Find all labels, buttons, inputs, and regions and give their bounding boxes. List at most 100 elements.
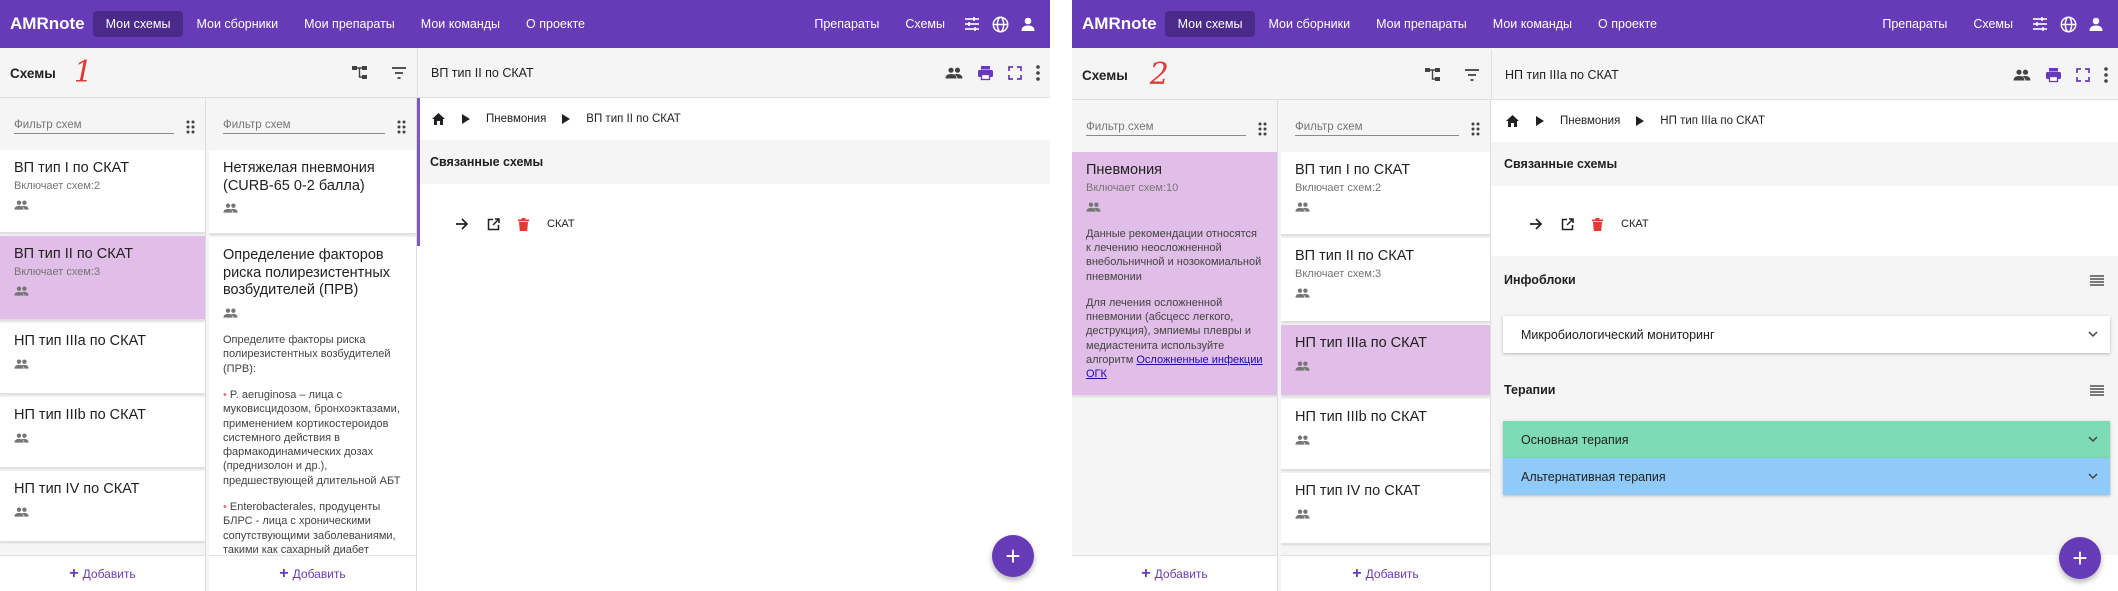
- scheme-card[interactable]: ВП тип I по СКАТ Включает схем:2: [1281, 152, 1490, 235]
- brand-logo[interactable]: AMRnote: [10, 14, 85, 34]
- print-icon[interactable]: [2045, 67, 2062, 83]
- nav-my-teams[interactable]: Мои команды: [408, 11, 513, 37]
- link-drugs[interactable]: Препараты: [801, 17, 892, 31]
- scheme-card[interactable]: НП тип IIIa по СКАТ: [0, 323, 205, 394]
- menu-icon[interactable]: [2090, 274, 2104, 286]
- nav-my-collections[interactable]: Мои сборники: [183, 11, 291, 37]
- tune-icon[interactable]: [2026, 10, 2054, 38]
- plus-icon: +: [1352, 564, 1362, 582]
- add-scheme-button[interactable]: + Добавить: [209, 555, 416, 591]
- schemes-column-1: ВП тип I по СКАТ Включает схем:2 ВП тип …: [0, 98, 206, 591]
- more-vert-icon[interactable]: [2104, 67, 2108, 83]
- filter-input[interactable]: [1086, 119, 1246, 136]
- scheme-card[interactable]: НП тип IIIb по СКАТ: [0, 397, 205, 468]
- menu-icon[interactable]: [2090, 384, 2104, 396]
- scheme-description: Данные рекомендации относятся к лечению …: [1086, 227, 1263, 382]
- bullet-text: P. aeruginosa – лица с муковисцидозом, б…: [223, 388, 401, 487]
- filter-icon[interactable]: [391, 66, 407, 80]
- add-scheme-button[interactable]: + Добавить: [0, 555, 205, 591]
- detail-pane: Пневмония ВП тип II по СКАТ Связанные сх…: [417, 98, 1050, 591]
- breadcrumb-current[interactable]: ВП тип II по СКАТ: [586, 113, 680, 125]
- toolbar-left: Схемы 2: [1072, 50, 1169, 100]
- schemes-title: Схемы: [1082, 67, 1128, 83]
- drag-handle-icon[interactable]: [1471, 122, 1480, 136]
- scheme-card-selected[interactable]: Пневмония Включает схем:10 Данные рекоме…: [1072, 152, 1277, 396]
- link-schemes[interactable]: Схемы: [892, 17, 958, 31]
- related-scheme-label[interactable]: СКАТ: [547, 218, 575, 230]
- scheme-card[interactable]: ВП тип II по СКАТ Включает схем:3: [1281, 238, 1490, 322]
- scheme-card[interactable]: Нетяжелая пневмония (CURB-65 0-2 балла): [209, 150, 416, 234]
- main-therapy-expansion[interactable]: Основная терапия: [1503, 421, 2110, 458]
- nav-my-schemes[interactable]: Мои схемы: [1164, 11, 1256, 37]
- link-drugs[interactable]: Препараты: [1869, 17, 1960, 31]
- link-schemes[interactable]: Схемы: [1960, 17, 2026, 31]
- account-icon[interactable]: [1014, 10, 1042, 38]
- filter-icon[interactable]: [1464, 68, 1480, 82]
- filter-input[interactable]: [1295, 119, 1459, 136]
- brand-logo[interactable]: AMRnote: [1082, 14, 1157, 34]
- detail-actions: [945, 48, 1040, 98]
- scheme-card[interactable]: Определение факторов риска полирезистент…: [209, 237, 416, 555]
- drag-handle-icon[interactable]: [186, 120, 195, 134]
- fullscreen-icon[interactable]: [1008, 66, 1022, 80]
- scheme-card[interactable]: НП тип IV по СКАТ: [0, 471, 205, 542]
- scheme-card[interactable]: ВП тип I по СКАТ Включает схем:2: [0, 150, 205, 233]
- delete-icon[interactable]: [518, 217, 529, 231]
- add-scheme-button[interactable]: + Добавить: [1072, 555, 1277, 591]
- arrow-right-icon[interactable]: [455, 218, 469, 230]
- tree-view-icon[interactable]: [351, 65, 369, 81]
- print-icon[interactable]: [977, 65, 994, 81]
- tree-view-icon[interactable]: [1424, 67, 1442, 83]
- scheme-card[interactable]: НП тип IIIb по СКАТ: [1281, 399, 1490, 470]
- app-bar: AMRnote Мои схемы Мои сборники Мои препа…: [1072, 0, 2118, 48]
- add-fab-button[interactable]: +: [2059, 537, 2101, 579]
- scheme-card-selected[interactable]: ВП тип II по СКАТ Включает схем:3: [0, 236, 205, 320]
- nav-my-schemes[interactable]: Мои схемы: [92, 11, 184, 37]
- nav-my-drugs[interactable]: Мои препараты: [291, 11, 408, 37]
- chevron-down-icon[interactable]: [2088, 436, 2098, 443]
- add-label: Добавить: [82, 566, 136, 581]
- breadcrumb-pneumonia[interactable]: Пневмония: [1560, 115, 1620, 127]
- drag-handle-icon[interactable]: [397, 120, 406, 134]
- nav-about[interactable]: О проекте: [1585, 11, 1670, 37]
- toolbar: Схемы 2 НП тип IIIa по СКАТ: [1072, 50, 2118, 100]
- chevron-down-icon[interactable]: [2088, 331, 2098, 338]
- chevron-down-icon[interactable]: [2088, 473, 2098, 480]
- filter-row: [1281, 100, 1490, 144]
- globe-icon[interactable]: [986, 10, 1014, 38]
- breadcrumb-current[interactable]: НП тип IIIa по СКАТ: [1660, 115, 1765, 127]
- filter-input[interactable]: [14, 117, 174, 134]
- arrow-right-icon[interactable]: [1529, 218, 1543, 230]
- add-scheme-button[interactable]: + Добавить: [1281, 555, 1490, 591]
- alt-therapy-expansion[interactable]: Альтернативная терапия: [1503, 458, 2110, 495]
- scroll-indicator[interactable]: [417, 98, 420, 246]
- drag-handle-icon[interactable]: [1258, 122, 1267, 136]
- open-in-new-icon[interactable]: [487, 217, 500, 231]
- home-icon[interactable]: [1505, 114, 1520, 128]
- breadcrumb-pneumonia[interactable]: Пневмония: [486, 113, 546, 125]
- people-icon[interactable]: [2013, 69, 2031, 81]
- people-icon: [1295, 199, 1476, 213]
- filter-input[interactable]: [223, 117, 385, 134]
- fullscreen-icon[interactable]: [2076, 68, 2090, 82]
- tune-icon[interactable]: [958, 10, 986, 38]
- nav-my-collections[interactable]: Мои сборники: [1255, 11, 1363, 37]
- scheme-card-selected[interactable]: НП тип IIIa по СКАТ: [1281, 325, 1490, 396]
- schemes-title: Схемы: [10, 65, 56, 81]
- breadcrumb: Пневмония ВП тип II по СКАТ: [417, 98, 1050, 140]
- nav-about[interactable]: О проекте: [513, 11, 598, 37]
- infoblock-expansion[interactable]: Микробиологический мониторинг: [1503, 316, 2110, 353]
- nav-my-drugs[interactable]: Мои препараты: [1363, 11, 1480, 37]
- scheme-card[interactable]: НП тип IV по СКАТ: [1281, 473, 1490, 544]
- open-in-new-icon[interactable]: [1561, 217, 1574, 231]
- related-scheme-label[interactable]: СКАТ: [1621, 218, 1649, 230]
- add-fab-button[interactable]: +: [992, 535, 1034, 577]
- globe-icon[interactable]: [2054, 10, 2082, 38]
- play-arrow-icon: [1636, 116, 1645, 126]
- people-icon[interactable]: [945, 67, 963, 79]
- more-vert-icon[interactable]: [1036, 65, 1040, 81]
- home-icon[interactable]: [431, 112, 446, 126]
- nav-my-teams[interactable]: Мои команды: [1480, 11, 1585, 37]
- account-icon[interactable]: [2082, 10, 2110, 38]
- delete-icon[interactable]: [1592, 217, 1603, 231]
